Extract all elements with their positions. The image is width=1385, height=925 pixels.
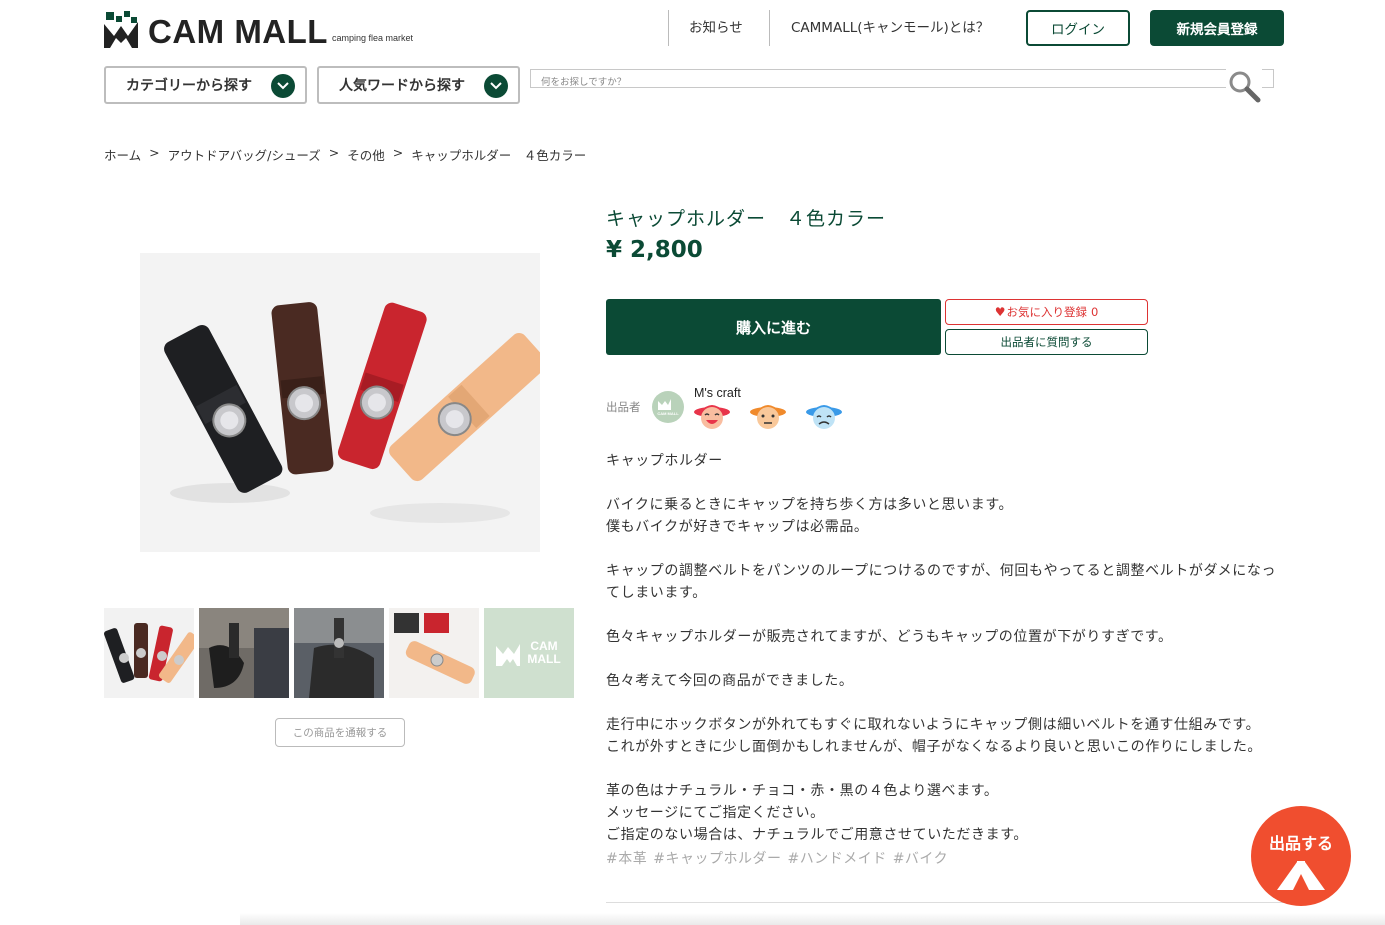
header-divider (769, 10, 770, 46)
tent-icon (1277, 861, 1325, 890)
description-spacer (606, 648, 1286, 670)
news-link[interactable]: お知らせ (689, 16, 743, 36)
sell-button-label: 出品する (1268, 834, 1333, 853)
description-spacer (606, 692, 1286, 714)
bad-face-icon (806, 405, 842, 429)
seller-name[interactable]: M's craft (694, 386, 741, 400)
tag-link[interactable]: #ハンドメイド (787, 848, 886, 868)
thumbnail-strip: CAM MALL (104, 608, 574, 698)
tag-list: #本革 #キャップホルダー #ハンドメイド #バイク (606, 848, 948, 868)
logo-subtitle: camping flea market (331, 33, 414, 43)
description-paragraph: 走行中にホックボタンが外れてもすぐに取れないようにキャップ側は細いベルトを通す仕… (606, 717, 1263, 755)
description-paragraph: 色々キャップホルダーが販売されてますが、どうもキャップの位置が下がりすぎです。 (606, 629, 1173, 645)
thumbnail-3[interactable] (294, 608, 384, 698)
breadcrumb-category[interactable]: アウトドアバッグ/シューズ (168, 145, 321, 164)
description-paragraph: 色々考えて今回の商品ができました。 (606, 673, 854, 689)
product-price: ¥ 2,800 (606, 237, 703, 263)
good-face-icon (694, 405, 730, 429)
popular-word-button[interactable]: 人気ワードから探す (317, 66, 520, 104)
description-paragraph: キャップの調整ベルトをパンツのループにつけるのですが、何回もやってると調整ベルト… (606, 563, 1277, 601)
tag-link[interactable]: #キャップホルダー (653, 848, 781, 868)
category-search-button[interactable]: カテゴリーから探す (104, 66, 307, 104)
thumbnail-placeholder[interactable]: CAM MALL (484, 608, 574, 698)
description-paragraph: 革の色はナチュラル・チョコ・赤・黒の４色より選べます。 メッセージにてご指定くだ… (606, 783, 1028, 843)
chevron-down-icon (271, 74, 295, 98)
description-spacer (606, 472, 1286, 494)
header-divider (668, 10, 669, 46)
description-paragraph: バイクに乗るときにキャップを持ち歩く方は多いと思います。 僕もバイクが好きでキャ… (606, 497, 1014, 535)
description-spacer (606, 758, 1286, 780)
product-title: キャップホルダー ４色カラー (606, 208, 887, 230)
breadcrumb-current: キャップホルダー ４色カラー (411, 148, 587, 163)
thumbnail-4[interactable] (389, 608, 479, 698)
description-spacer (606, 604, 1286, 626)
logo-text: CAM MALL (148, 13, 328, 50)
seller-label: 出品者 (606, 400, 641, 414)
buy-button[interactable]: 購入に進む (606, 299, 941, 355)
breadcrumb-separator: > (392, 145, 404, 160)
description-paragraph: キャップホルダー (606, 453, 723, 469)
favorite-button[interactable]: ♥ お気に入り登録 0 (945, 299, 1148, 325)
tag-link[interactable]: #本革 (606, 848, 647, 868)
avatar-text: CAM MALL (657, 411, 679, 416)
popular-word-label: 人気ワードから探す (339, 78, 465, 94)
breadcrumb-home[interactable]: ホーム (104, 145, 141, 164)
chevron-down-icon (484, 74, 508, 98)
description-spacer (606, 538, 1286, 560)
favorite-count: 0 (1090, 305, 1099, 319)
sell-button[interactable]: 出品する (1251, 806, 1351, 906)
logo-mountain-icon (104, 11, 138, 48)
product-description: キャップホルダー バイクに乗るときにキャップを持ち歩く方は多いと思います。 僕も… (606, 450, 1286, 846)
thumbnail-2[interactable] (199, 608, 289, 698)
placeholder-logo-text: CAM MALL (527, 639, 561, 666)
search-button[interactable] (1226, 68, 1262, 104)
search-icon (1229, 71, 1261, 103)
tag-link[interactable]: #バイク (893, 848, 948, 868)
register-button[interactable]: 新規会員登録 (1150, 10, 1284, 46)
site-logo[interactable]: CAM MALL camping flea market (104, 10, 413, 48)
section-divider (606, 902, 1286, 903)
breadcrumb-subcategory[interactable]: その他 (347, 145, 385, 164)
search-box (530, 69, 1274, 91)
normal-face-icon (750, 405, 786, 429)
heart-icon: ♥ (994, 305, 1006, 319)
breadcrumb: ホーム > アウトドアバッグ/シューズ > その他 > キャップホルダー ４色カ… (104, 145, 586, 164)
category-search-label: カテゴリーから探す (126, 78, 252, 94)
ask-seller-button[interactable]: 出品者に質問する (945, 329, 1148, 355)
favorite-label: お気に入り登録 (1006, 305, 1087, 319)
search-input[interactable] (531, 74, 1221, 91)
seller-avatar[interactable]: CAM MALL (652, 391, 684, 423)
thumbnail-1[interactable] (104, 608, 194, 698)
report-item-button[interactable]: この商品を通報する (275, 718, 405, 747)
breadcrumb-separator: > (328, 145, 340, 160)
footer-bar-edge (240, 913, 1385, 925)
breadcrumb-separator: > (149, 145, 160, 160)
login-button[interactable]: ログイン (1026, 10, 1130, 46)
about-link[interactable]: CAMMALL(キャンモール)とは？ (791, 16, 989, 36)
product-main-image[interactable] (140, 253, 540, 552)
